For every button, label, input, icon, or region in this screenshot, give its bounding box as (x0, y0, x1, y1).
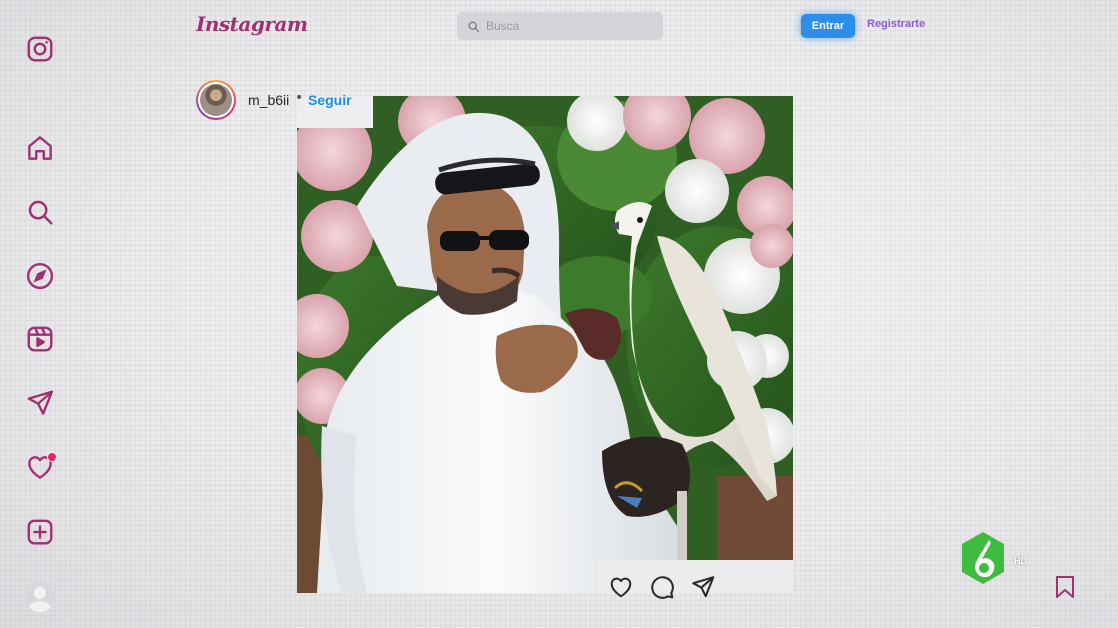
post-image (297, 96, 793, 593)
like-heart-icon[interactable] (608, 574, 634, 600)
bookmark-icon[interactable] (1053, 574, 1077, 600)
search-icon (468, 21, 480, 32)
la-sexta-channel-logo (958, 530, 1008, 586)
create-plus-icon[interactable] (24, 516, 56, 548)
post-author-avatar[interactable] (196, 80, 236, 120)
explore-compass-icon[interactable] (24, 260, 56, 292)
share-icon[interactable] (690, 574, 716, 600)
search-icon[interactable] (24, 196, 56, 228)
hd-badge: HD (1014, 556, 1027, 566)
reels-icon[interactable] (24, 323, 56, 355)
comment-icon[interactable] (649, 574, 675, 600)
post-username[interactable]: m_b6ii (248, 92, 289, 108)
username-separator: • (295, 90, 304, 106)
instagram-logo[interactable]: Instagram (196, 12, 308, 36)
heart-notifications-icon[interactable] (24, 451, 57, 483)
follow-button[interactable]: Seguir (308, 92, 352, 108)
notification-dot (47, 452, 57, 462)
direct-message-icon[interactable] (24, 387, 56, 419)
search-input[interactable] (486, 19, 656, 33)
instagram-icon[interactable] (24, 33, 56, 65)
signup-button[interactable]: Registrarte (867, 18, 925, 30)
sidebar (0, 0, 80, 628)
home-icon[interactable] (24, 132, 56, 164)
login-button[interactable]: Entrar (801, 14, 855, 38)
profile-avatar-icon[interactable] (25, 582, 55, 612)
search-bar[interactable] (457, 12, 663, 40)
